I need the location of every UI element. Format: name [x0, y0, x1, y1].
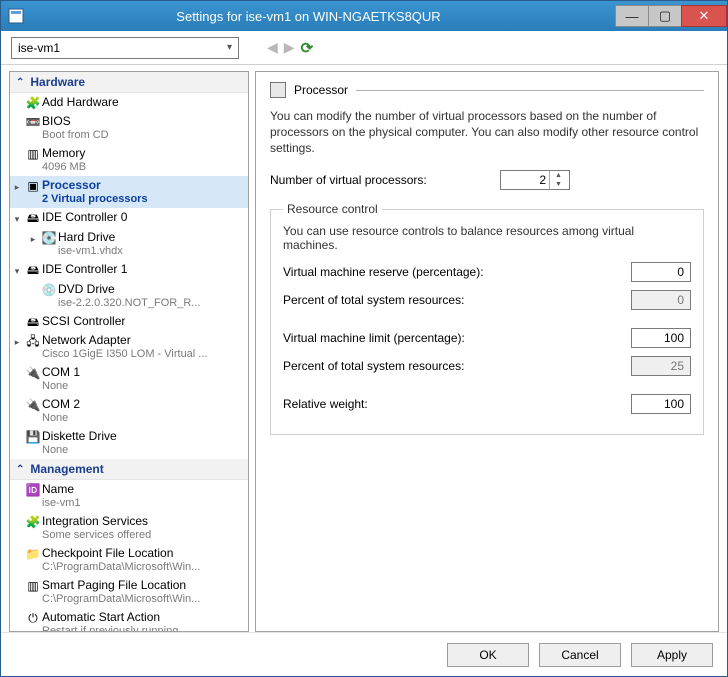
- weight-label: Relative weight:: [283, 397, 631, 411]
- hard-drive-icon: 💽: [40, 230, 58, 245]
- collapse-icon[interactable]: ▾: [10, 262, 24, 278]
- vm-selector[interactable]: ise-vm1 ▾: [11, 37, 239, 59]
- tree-item-memory[interactable]: ▥ Memory 4096 MB: [10, 144, 248, 176]
- reserve-label: Virtual machine reserve (percentage):: [283, 265, 631, 279]
- processor-icon: ▣: [24, 178, 42, 193]
- controller-icon: 🖴: [24, 262, 42, 277]
- reserve-total-label: Percent of total system resources:: [283, 293, 631, 307]
- tree-item-ide0[interactable]: ▾🖴 IDE Controller 0: [10, 208, 248, 228]
- processor-icon: [270, 82, 286, 98]
- ok-button[interactable]: OK: [447, 643, 529, 667]
- tree-item-dvd-drive[interactable]: 💿 DVD Drive ise-2.2.0.320.NOT_FOR_R...: [10, 280, 248, 312]
- tree-item-network-adapter[interactable]: ▸🖧 Network Adapter Cisco 1GigE I350 LOM …: [10, 331, 248, 363]
- limit-total-output: [631, 356, 691, 376]
- diskette-icon: 💾: [24, 429, 42, 444]
- reserve-total-output: [631, 290, 691, 310]
- limit-input[interactable]: [631, 328, 691, 348]
- rc-legend: Resource control: [283, 202, 382, 216]
- tree-item-integration-services[interactable]: 🧩 Integration Services Some services off…: [10, 512, 248, 544]
- expand-icon[interactable]: ▸: [10, 178, 24, 194]
- vm-selector-value: ise-vm1: [18, 41, 60, 55]
- minimize-button[interactable]: —: [615, 5, 649, 27]
- tree-item-add-hardware[interactable]: 🧩 Add Hardware: [10, 93, 248, 112]
- resource-control-group: Resource control You can use resource co…: [270, 202, 704, 435]
- toolbar: ise-vm1 ▾ ◀ ▶ ⟳: [1, 31, 727, 65]
- tree-item-com2[interactable]: 🔌 COM 2 None: [10, 395, 248, 427]
- vproc-input[interactable]: ▲ ▼: [500, 170, 570, 190]
- weight-input[interactable]: [631, 394, 691, 414]
- cancel-button[interactable]: Cancel: [539, 643, 621, 667]
- chevron-up-icon: ⌃: [16, 464, 24, 475]
- apply-button[interactable]: Apply: [631, 643, 713, 667]
- paging-icon: ▥: [24, 578, 42, 593]
- com-port-icon: 🔌: [24, 397, 42, 412]
- spin-up-icon[interactable]: ▲: [550, 171, 567, 180]
- autostart-icon: ⏻: [24, 610, 42, 625]
- tree-item-bios[interactable]: 📼 BIOS Boot from CD: [10, 112, 248, 144]
- bios-icon: 📼: [24, 114, 42, 129]
- add-hardware-icon: 🧩: [24, 95, 42, 110]
- window-title: Settings for ise-vm1 on WIN-NGAETKS8QUR: [31, 9, 616, 24]
- section-management[interactable]: ⌃ Management: [10, 459, 248, 480]
- tree-item-diskette[interactable]: 💾 Diskette Drive None: [10, 427, 248, 459]
- panel-heading: Processor: [294, 83, 348, 97]
- spin-down-icon[interactable]: ▼: [550, 180, 567, 189]
- memory-icon: ▥: [24, 146, 42, 161]
- controller-icon: 🖴: [24, 210, 42, 225]
- vproc-label: Number of virtual processors:: [270, 173, 500, 187]
- close-button[interactable]: ✕: [681, 5, 727, 27]
- name-icon: 🆔: [24, 482, 42, 497]
- settings-icon: [1, 8, 31, 24]
- settings-tree[interactable]: ⌃ Hardware 🧩 Add Hardware 📼 BIOS Boot fr…: [9, 71, 249, 632]
- titlebar: Settings for ise-vm1 on WIN-NGAETKS8QUR …: [1, 1, 727, 31]
- tree-item-processor[interactable]: ▸▣ Processor 2 Virtual processors: [10, 176, 248, 208]
- tree-item-smart-paging[interactable]: ▥ Smart Paging File Location C:\ProgramD…: [10, 576, 248, 608]
- tree-item-com1[interactable]: 🔌 COM 1 None: [10, 363, 248, 395]
- network-icon: 🖧: [24, 333, 42, 348]
- expand-icon[interactable]: ▸: [10, 333, 24, 349]
- processor-panel: Processor You can modify the number of v…: [255, 71, 719, 632]
- reserve-input[interactable]: [631, 262, 691, 282]
- settings-window: Settings for ise-vm1 on WIN-NGAETKS8QUR …: [0, 0, 728, 677]
- tree-item-name[interactable]: 🆔 Name ise-vm1: [10, 480, 248, 512]
- vproc-value[interactable]: [501, 172, 549, 188]
- refresh-button[interactable]: ⟳: [301, 39, 314, 57]
- panel-description: You can modify the number of virtual pro…: [270, 108, 704, 156]
- nav-back-button[interactable]: ◀: [267, 39, 278, 56]
- scsi-icon: 🖴: [24, 314, 42, 329]
- divider: [356, 90, 704, 91]
- maximize-button[interactable]: ▢: [648, 5, 682, 27]
- chevron-down-icon: ▾: [227, 42, 232, 53]
- window-controls: — ▢ ✕: [616, 5, 727, 27]
- collapse-icon[interactable]: ▾: [10, 210, 24, 226]
- dvd-icon: 💿: [40, 282, 58, 297]
- nav-forward-button[interactable]: ▶: [284, 39, 295, 56]
- tree-item-automatic-start[interactable]: ⏻ Automatic Start Action Restart if prev…: [10, 608, 248, 632]
- expand-icon[interactable]: ▸: [26, 230, 40, 246]
- tree-item-hard-drive[interactable]: ▸💽 Hard Drive ise-vm1.vhdx: [10, 228, 248, 260]
- tree-item-scsi[interactable]: 🖴 SCSI Controller: [10, 312, 248, 331]
- folder-icon: 📁: [24, 546, 42, 561]
- integration-icon: 🧩: [24, 514, 42, 529]
- com-port-icon: 🔌: [24, 365, 42, 380]
- limit-label: Virtual machine limit (percentage):: [283, 331, 631, 345]
- dialog-body: ⌃ Hardware 🧩 Add Hardware 📼 BIOS Boot fr…: [1, 65, 727, 632]
- tree-item-ide1[interactable]: ▾🖴 IDE Controller 1: [10, 260, 248, 280]
- chevron-up-icon: ⌃: [16, 77, 24, 88]
- dialog-footer: OK Cancel Apply: [1, 632, 727, 676]
- limit-total-label: Percent of total system resources:: [283, 359, 631, 373]
- tree-item-checkpoint-location[interactable]: 📁 Checkpoint File Location C:\ProgramDat…: [10, 544, 248, 576]
- section-hardware[interactable]: ⌃ Hardware: [10, 72, 248, 93]
- rc-description: You can use resource controls to balance…: [283, 224, 691, 252]
